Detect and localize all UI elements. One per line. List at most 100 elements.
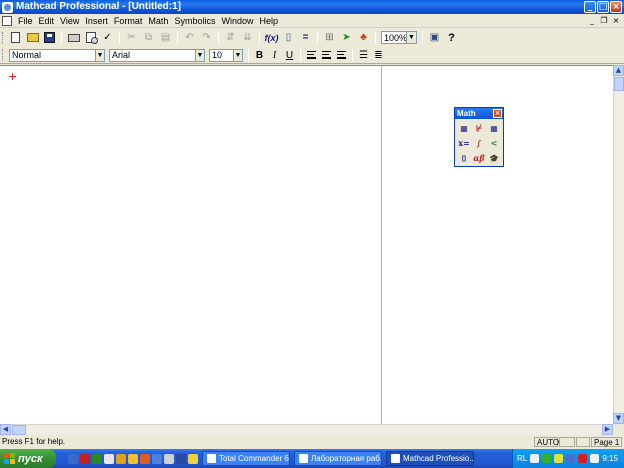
quick-launch-icon[interactable] xyxy=(128,453,138,464)
paste-button[interactable]: ▤ xyxy=(158,31,173,45)
insert-unit-button[interactable]: ▯ xyxy=(281,31,296,45)
font-select[interactable]: Arial ▼ xyxy=(109,48,205,62)
menu-window[interactable]: Window xyxy=(218,14,256,28)
symbolic-toolbar-button[interactable]: 🎓 xyxy=(487,151,501,165)
calculus-toolbar-button[interactable]: ∫ xyxy=(472,136,486,150)
minimize-button[interactable]: _ xyxy=(584,1,596,13)
close-icon[interactable]: × xyxy=(493,109,502,118)
quick-launch-icon[interactable] xyxy=(188,453,198,464)
tray-icon[interactable] xyxy=(530,454,540,463)
scroll-up-button[interactable]: ▲ xyxy=(613,65,624,76)
align-center-button[interactable] xyxy=(320,49,333,62)
quick-launch-icon[interactable] xyxy=(80,453,90,464)
greek-toolbar-button[interactable]: αβ xyxy=(472,151,486,165)
menu-insert[interactable]: Insert xyxy=(82,14,111,28)
language-indicator[interactable]: RL xyxy=(517,454,527,463)
quick-launch-icon[interactable] xyxy=(92,453,102,464)
menu-file[interactable]: File xyxy=(15,14,36,28)
numbering-button[interactable]: ≣ xyxy=(372,49,385,62)
menu-format[interactable]: Format xyxy=(111,14,146,28)
menu-symbolics[interactable]: Symbolics xyxy=(171,14,218,28)
maximize-button[interactable]: □ xyxy=(597,1,609,13)
evaluation-toolbar-button[interactable]: x= xyxy=(457,136,471,150)
menu-help[interactable]: Help xyxy=(256,14,281,28)
math-palette[interactable]: Math × ▦ ⊬ ▦ x= ∫ < ⌷ αβ 🎓 xyxy=(454,107,504,167)
chevron-down-icon[interactable]: ▼ xyxy=(406,32,416,43)
scroll-down-button[interactable]: ▼ xyxy=(613,413,624,424)
graph-toolbar-button[interactable]: ⊬ xyxy=(472,121,486,135)
menu-view[interactable]: View xyxy=(57,14,82,28)
start-button[interactable]: пуск xyxy=(0,449,56,468)
toolbar-grip[interactable] xyxy=(2,49,5,61)
style-select[interactable]: Normal ▼ xyxy=(9,48,105,62)
chevron-down-icon[interactable]: ▼ xyxy=(95,49,104,61)
resource-center-button[interactable]: ▣ xyxy=(427,31,442,45)
tray-icon[interactable] xyxy=(554,454,564,463)
font-size-select[interactable]: 10 ▼ xyxy=(209,48,243,62)
quick-launch-icon[interactable] xyxy=(152,453,162,464)
align-left-button[interactable] xyxy=(305,49,318,62)
insert-component-button[interactable]: ⊞ xyxy=(322,31,337,45)
copy-button[interactable]: ⧉ xyxy=(141,31,156,45)
print-button[interactable] xyxy=(66,31,81,45)
vertical-scrollbar[interactable]: ▲ ▼ xyxy=(613,65,624,424)
undo-button[interactable]: ↶ xyxy=(182,31,197,45)
insert-function-button[interactable]: f(x) xyxy=(264,31,279,45)
quick-launch-icon[interactable] xyxy=(116,453,126,464)
toolbar-grip[interactable] xyxy=(2,31,5,44)
spell-check-button[interactable]: ✓ xyxy=(100,31,115,45)
chevron-down-icon[interactable]: ▼ xyxy=(195,49,204,61)
quick-launch-icon[interactable] xyxy=(140,453,150,464)
redo-button[interactable]: ↷ xyxy=(199,31,214,45)
zoom-select[interactable]: 100% ▼ xyxy=(381,31,417,44)
quick-launch-icon[interactable] xyxy=(104,453,114,464)
quick-launch-icon[interactable] xyxy=(176,453,186,464)
run-script-button[interactable]: ➤ xyxy=(339,31,354,45)
worksheet-area[interactable]: + xyxy=(0,65,613,425)
boolean-toolbar-button[interactable]: < xyxy=(487,136,501,150)
taskbar-item-total-commander[interactable]: Total Commander 6.... xyxy=(202,451,290,466)
bullets-button[interactable]: ☰ xyxy=(357,49,370,62)
doc-close-button[interactable]: × xyxy=(611,16,621,26)
chevron-down-icon[interactable]: ▼ xyxy=(233,49,242,61)
programming-toolbar-button[interactable]: ⌷ xyxy=(457,151,471,165)
resources-button[interactable]: ♣ xyxy=(356,31,371,45)
scroll-right-button[interactable]: ▶ xyxy=(602,424,613,435)
new-document-button[interactable] xyxy=(8,31,23,45)
calculate-button[interactable]: = xyxy=(298,31,313,45)
horizontal-scroll-thumb[interactable] xyxy=(12,425,26,435)
doc-minimize-button[interactable]: _ xyxy=(587,16,597,26)
taskbar-item-document[interactable]: Лабораторная раб... xyxy=(294,451,382,466)
taskbar-item-mathcad[interactable]: Mathcad Professio... xyxy=(386,451,474,466)
print-preview-button[interactable] xyxy=(83,31,98,45)
title-bar[interactable]: Mathcad Professional - [Untitled:1] _ □ … xyxy=(0,0,624,14)
quick-launch-icon[interactable] xyxy=(68,453,78,464)
underline-button[interactable]: U xyxy=(283,49,296,62)
bold-button[interactable]: B xyxy=(253,49,266,62)
tray-icon[interactable] xyxy=(542,454,552,463)
calculator-toolbar-button[interactable]: ▦ xyxy=(457,121,471,135)
align-down-button[interactable]: ⇊ xyxy=(240,31,255,45)
close-button[interactable]: × xyxy=(610,1,622,13)
app-icon[interactable] xyxy=(2,1,13,13)
tray-icon[interactable] xyxy=(566,454,576,463)
align-across-button[interactable]: ⇵ xyxy=(223,31,238,45)
align-right-button[interactable] xyxy=(335,49,348,62)
tray-icon[interactable] xyxy=(578,454,588,463)
cut-button[interactable]: ✂ xyxy=(124,31,139,45)
italic-button[interactable]: I xyxy=(268,49,281,62)
math-palette-titlebar[interactable]: Math × xyxy=(455,108,503,119)
matrix-toolbar-button[interactable]: ▦ xyxy=(487,121,501,135)
doc-restore-button[interactable]: ❐ xyxy=(599,16,609,26)
tray-icon[interactable] xyxy=(590,454,600,463)
menu-math[interactable]: Math xyxy=(145,14,171,28)
menu-edit[interactable]: Edit xyxy=(36,14,58,28)
scroll-left-button[interactable]: ◀ xyxy=(0,424,11,435)
save-button[interactable] xyxy=(42,31,57,45)
quick-launch-icon[interactable] xyxy=(164,453,174,464)
vertical-scroll-thumb[interactable] xyxy=(614,77,624,91)
open-button[interactable] xyxy=(25,31,40,45)
horizontal-scrollbar[interactable]: ◀ ▶ xyxy=(0,424,613,435)
help-button[interactable]: ? xyxy=(444,31,459,45)
document-icon[interactable] xyxy=(2,15,12,26)
